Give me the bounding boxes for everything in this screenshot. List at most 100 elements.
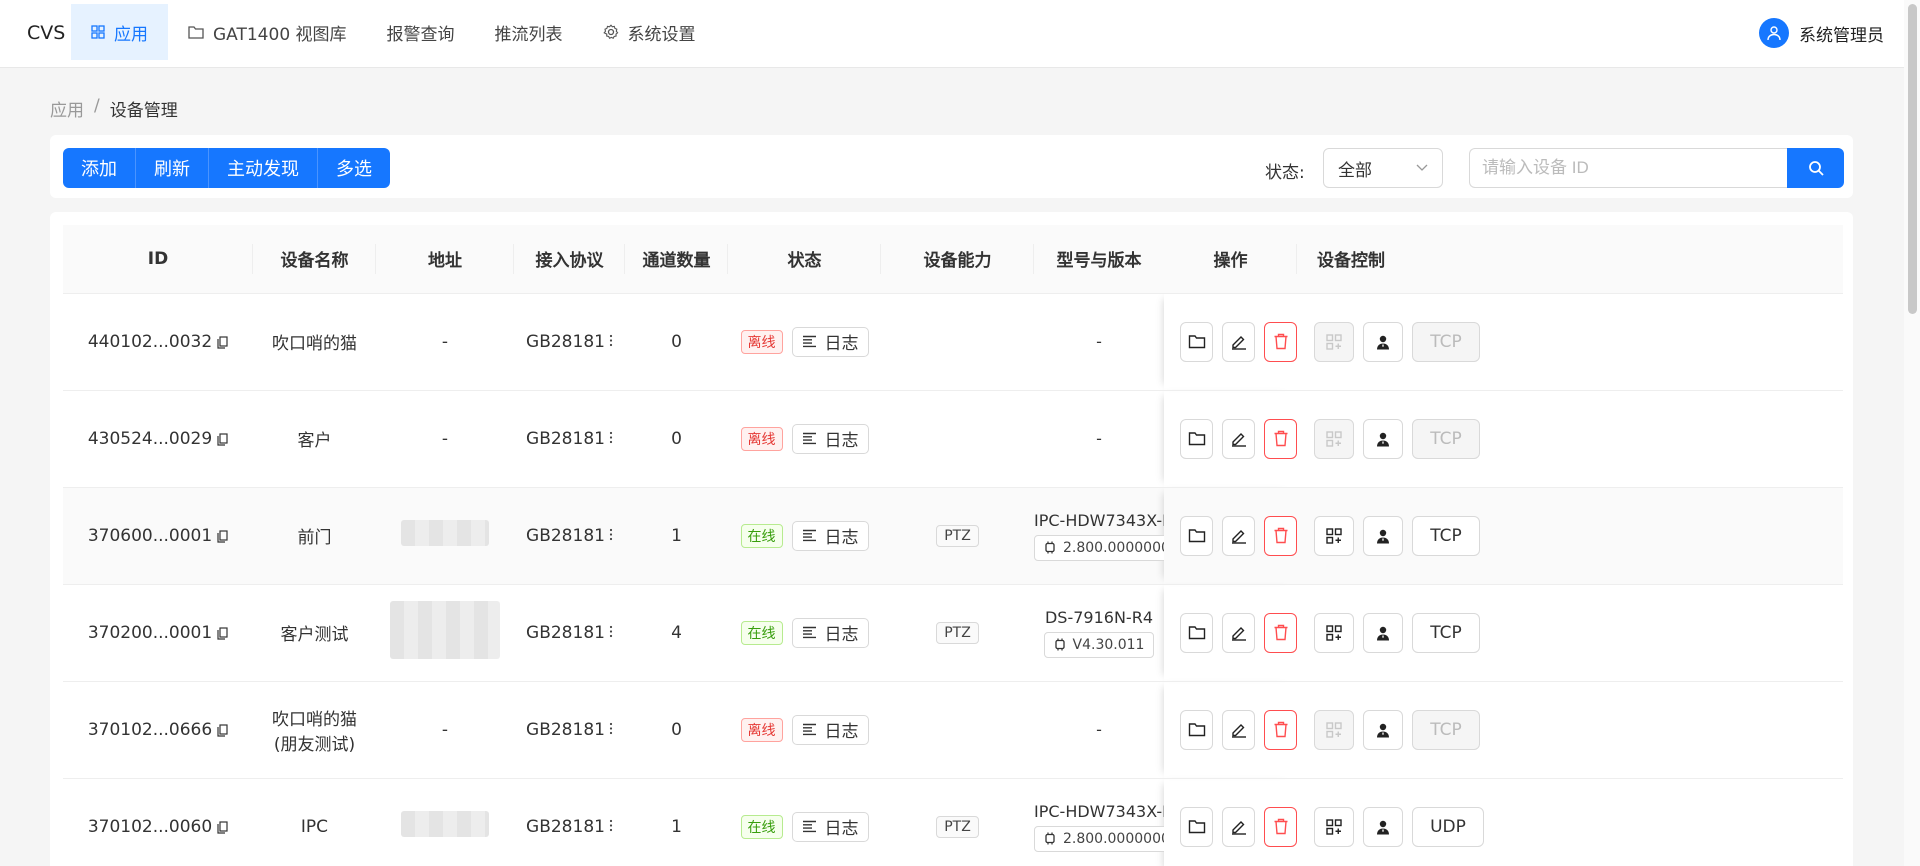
channel-count: 0 (671, 428, 682, 449)
cell-name: 客户 (253, 390, 376, 488)
col-header-id[interactable]: ID (63, 225, 253, 294)
capability-tag: PTZ (936, 815, 979, 838)
edit-button[interactable] (1222, 806, 1255, 847)
transport-toggle-button[interactable]: UDP (1412, 806, 1484, 847)
more-vertical-icon[interactable] (609, 334, 613, 347)
cell-actions (1164, 681, 1297, 779)
copy-icon[interactable] (217, 723, 228, 737)
add-button[interactable]: 添加 (63, 148, 136, 188)
log-button[interactable]: 日志 (791, 423, 869, 454)
device-control-button[interactable] (1363, 515, 1403, 556)
cell-protocol: GB28181 (514, 487, 625, 585)
transport-toggle-button[interactable]: TCP (1412, 321, 1480, 362)
chip-icon (1045, 832, 1055, 845)
log-button-label: 日志 (824, 625, 859, 645)
more-vertical-icon[interactable] (609, 819, 613, 832)
channel-grid-button[interactable] (1314, 709, 1354, 750)
copy-icon[interactable] (217, 432, 228, 446)
log-button[interactable]: 日志 (791, 520, 869, 551)
address-redacted (390, 601, 500, 659)
nav-item-streams[interactable]: 推流列表 (475, 4, 583, 60)
log-button[interactable]: 日志 (791, 617, 869, 648)
chevron-down-icon (1416, 164, 1428, 171)
channels-button[interactable] (1180, 709, 1213, 750)
channels-button[interactable] (1180, 515, 1213, 556)
delete-button[interactable] (1264, 709, 1297, 750)
status-filter-select[interactable]: 全部 (1323, 148, 1443, 188)
edit-button[interactable] (1222, 709, 1255, 750)
channel-grid-button[interactable] (1314, 806, 1354, 847)
edit-icon (1231, 433, 1246, 447)
status-filter-label: 状态: (1265, 163, 1305, 183)
device-control-button[interactable] (1363, 418, 1403, 459)
discover-button[interactable]: 主动发现 (209, 148, 318, 188)
device-control-button[interactable] (1363, 709, 1403, 750)
more-vertical-icon[interactable] (609, 431, 613, 444)
cell-status: 离线 日志 (728, 390, 881, 488)
copy-icon[interactable] (217, 335, 228, 349)
copy-icon[interactable] (217, 626, 228, 640)
channels-button[interactable] (1180, 321, 1213, 362)
col-header-capability[interactable]: 设备能力 (881, 225, 1034, 294)
device-name: 客户 (297, 431, 332, 451)
channel-grid-button[interactable] (1314, 515, 1354, 556)
device-control-button[interactable] (1363, 806, 1403, 847)
delete-button[interactable] (1264, 515, 1297, 556)
more-vertical-icon[interactable] (609, 722, 613, 735)
transport-toggle-button[interactable]: TCP (1412, 515, 1480, 556)
search-button[interactable] (1787, 148, 1844, 188)
delete-button[interactable] (1264, 612, 1297, 653)
col-header-model[interactable]: 型号与版本 (1034, 225, 1164, 294)
trash-icon (1274, 430, 1287, 447)
channels-button[interactable] (1180, 806, 1213, 847)
delete-button[interactable] (1264, 418, 1297, 459)
channel-grid-button[interactable] (1314, 612, 1354, 653)
col-header-name[interactable]: 设备名称 (253, 225, 376, 294)
col-header-protocol[interactable]: 接入协议 (514, 225, 625, 294)
edit-button[interactable] (1222, 612, 1255, 653)
device-control-button[interactable] (1363, 612, 1403, 653)
more-vertical-icon[interactable] (609, 528, 613, 541)
col-header-channels[interactable]: 通道数量 (625, 225, 728, 294)
model-text: - (1096, 331, 1102, 351)
firmware-version-tag: 2.800.0000000.1 (1034, 825, 1164, 852)
log-button[interactable]: 日志 (791, 326, 869, 357)
device-id-search-input[interactable] (1469, 148, 1789, 188)
transport-toggle-button[interactable]: TCP (1412, 418, 1480, 459)
nav-item-apps[interactable]: 应用 (71, 4, 168, 60)
more-vertical-icon[interactable] (609, 625, 613, 638)
edit-button[interactable] (1222, 321, 1255, 362)
delete-button[interactable] (1264, 321, 1297, 362)
device-control-button[interactable] (1363, 321, 1403, 362)
channels-button[interactable] (1180, 612, 1213, 653)
breadcrumb-root[interactable]: 应用 (50, 96, 84, 121)
multi-select-button[interactable]: 多选 (318, 148, 390, 188)
folder-icon (188, 26, 204, 39)
folder-icon (1188, 432, 1205, 446)
refresh-button[interactable]: 刷新 (136, 148, 209, 188)
log-button[interactable]: 日志 (791, 811, 869, 842)
edit-button[interactable] (1222, 418, 1255, 459)
folder-icon (1188, 529, 1205, 543)
cell-address (376, 778, 514, 866)
copy-icon[interactable] (217, 529, 228, 543)
nav-item-gat1400[interactable]: GAT1400 视图库 (168, 4, 367, 60)
col-header-address[interactable]: 地址 (376, 225, 514, 294)
transport-toggle-button[interactable]: TCP (1412, 612, 1480, 653)
delete-button[interactable] (1264, 806, 1297, 847)
user-menu[interactable]: 系统管理员 (1759, 18, 1884, 48)
copy-icon[interactable] (217, 820, 228, 834)
list-icon (802, 432, 816, 445)
channel-grid-button[interactable] (1314, 321, 1354, 362)
col-header-status[interactable]: 状态 (728, 225, 881, 294)
table-row: 370102...0060 IPC GB28181 1 在线 日志 PTZ IPC-HDW73… (63, 778, 1843, 866)
page-scrollbar[interactable] (1904, 0, 1920, 866)
nav-item-settings[interactable]: 系统设置 (583, 4, 716, 60)
edit-button[interactable] (1222, 515, 1255, 556)
channel-grid-button[interactable] (1314, 418, 1354, 459)
channels-button[interactable] (1180, 418, 1213, 459)
scrollbar-thumb[interactable] (1908, 4, 1917, 314)
nav-item-alarms[interactable]: 报警查询 (367, 4, 475, 60)
transport-toggle-button[interactable]: TCP (1412, 709, 1480, 750)
log-button[interactable]: 日志 (791, 714, 869, 745)
